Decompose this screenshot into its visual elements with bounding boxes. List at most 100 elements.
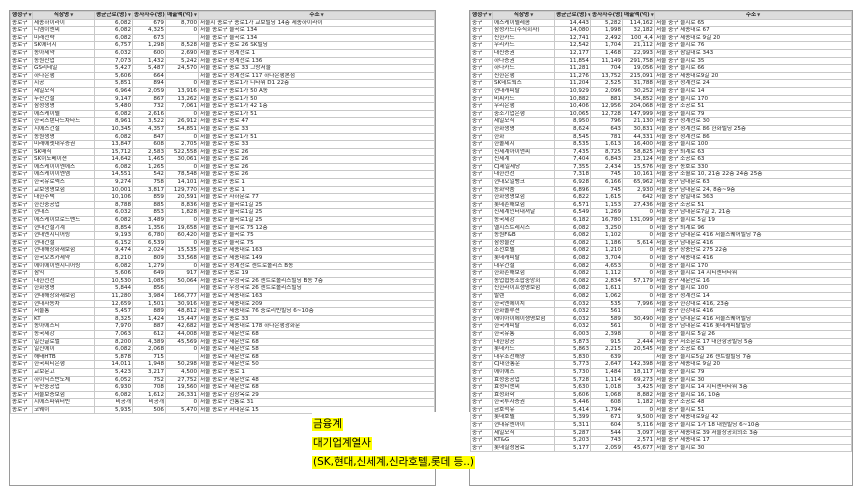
table-cell[interactable]: 8,961 [94, 117, 133, 126]
table-cell[interactable]: 종로구 [10, 48, 33, 58]
table-cell[interactable]: 서울 종로구 종로1가 50 [198, 94, 435, 104]
table-cell[interactable]: 5,878 [94, 352, 133, 362]
table-cell[interactable]: 종로구 [10, 162, 33, 172]
table-cell[interactable]: 2,525 [590, 79, 623, 88]
table-cell[interactable]: 6,082 [94, 18, 133, 28]
table-cell[interactable]: 166,777 [165, 291, 199, 301]
table-cell[interactable]: 서울 중구 을지로 65 [654, 18, 852, 28]
table-cell[interactable]: 4,389 [132, 337, 166, 347]
table-cell[interactable]: 서울 종로구 새문안로 68 [198, 329, 435, 339]
table-cell[interactable]: 한화 [492, 132, 555, 142]
table-cell[interactable]: 신세계아이앤씨 [492, 147, 555, 157]
table-cell[interactable]: 지에스건설 [32, 124, 95, 134]
filter-dropdown-icon[interactable]: ▼ [757, 12, 760, 17]
table-cell[interactable]: 0 [622, 246, 655, 255]
table-cell[interactable]: 교보문고 [32, 367, 95, 377]
table-cell[interactable]: 5,116 [622, 421, 655, 430]
table-cell[interactable]: 동국제강 [32, 329, 95, 339]
table-cell[interactable]: 현대건설기계 [32, 223, 95, 233]
table-cell[interactable]: 종로구 [10, 124, 33, 134]
table-cell[interactable]: 14,011 [94, 360, 133, 369]
table-cell[interactable]: 서울 종로구 종로 26 [198, 147, 435, 157]
table-cell[interactable]: 5,487 [132, 64, 166, 73]
table-cell[interactable]: 14,101 [165, 178, 199, 187]
table-cell[interactable]: 643 [590, 124, 623, 134]
table-cell[interactable]: 10,001 [94, 185, 133, 195]
table-cell[interactable]: 8,535 [554, 140, 591, 149]
table-cell[interactable]: 해태HTB [32, 352, 95, 362]
table-cell[interactable]: 5,427 [94, 64, 133, 73]
table-cell[interactable]: 19,560 [165, 383, 199, 392]
table-cell[interactable]: 5,203 [554, 436, 591, 445]
table-cell[interactable]: 지에스파워터빈 [32, 398, 95, 407]
table-cell[interactable]: 6,571 [554, 200, 591, 210]
table-cell[interactable]: 중구 [470, 337, 493, 347]
table-cell[interactable]: SK이노베이션 [32, 155, 95, 164]
table-cell[interactable]: 26,912 [165, 117, 199, 126]
table-cell[interactable]: 한국오츠카제약 [32, 254, 95, 263]
table-cell[interactable]: 서울 중구 을지로 14 시티센터타워 3층 [654, 383, 852, 392]
table-cell[interactable]: 중구 [470, 367, 493, 377]
table-cell[interactable]: 10,929 [554, 86, 591, 96]
table-cell[interactable]: 6,032 [554, 299, 591, 309]
table-cell[interactable]: 13,847 [94, 140, 133, 149]
table-cell[interactable]: 6,780 [132, 231, 166, 240]
table-cell[interactable]: 종로구 [10, 18, 33, 28]
table-cell[interactable]: 33,568 [165, 254, 199, 263]
table-cell[interactable]: 5,457 [94, 307, 133, 316]
table-cell[interactable]: 31,788 [622, 79, 655, 88]
table-cell[interactable]: 22,993 [622, 48, 655, 58]
table-cell[interactable] [165, 71, 199, 81]
table-cell[interactable] [622, 352, 655, 362]
table-cell[interactable]: 5,287 [554, 428, 591, 438]
table-cell[interactable]: 중구 [470, 383, 493, 392]
table-cell[interactable]: 6,082 [554, 246, 591, 255]
table-cell[interactable]: 6,082 [554, 231, 591, 240]
table-cell[interactable]: 915 [590, 337, 623, 347]
table-cell[interactable]: 한화생명보험 [492, 193, 555, 202]
table-cell[interactable]: 코웨이 [32, 405, 95, 415]
table-cell[interactable]: 3,522 [132, 117, 166, 126]
table-cell[interactable]: 5,242 [165, 56, 199, 66]
table-cell[interactable]: 1,269 [590, 208, 623, 218]
table-cell[interactable]: 서울 중구 삼일대로 363 [654, 193, 852, 202]
table-cell[interactable]: 삼익 [32, 269, 95, 278]
table-cell[interactable]: 서울 중구 청계천로 86 한화빌딩 25층 [654, 124, 852, 134]
table-cell[interactable]: 1,615 [590, 193, 623, 202]
table-cell[interactable] [165, 352, 199, 362]
table-cell[interactable]: 삼성물산 [492, 238, 555, 248]
table-cell[interactable]: 서울 종로구 율곡로 75 [198, 238, 435, 248]
table-cell[interactable]: 20,545 [622, 345, 655, 354]
table-cell[interactable]: 6,082 [94, 162, 133, 172]
table-cell[interactable]: 종로구 [10, 291, 33, 301]
table-cell[interactable]: 종로구 [10, 299, 33, 309]
table-cell[interactable]: 2,059 [590, 443, 623, 453]
table-cell[interactable]: 종로구 [10, 345, 33, 354]
table-cell[interactable]: 중구 [470, 223, 493, 233]
table-cell[interactable]: 종로구 [10, 254, 33, 263]
table-cell[interactable]: 서울 종로구 자하문로 77 [198, 193, 435, 202]
table-cell[interactable]: 19,658 [165, 223, 199, 233]
table-cell[interactable]: 7,970 [94, 322, 133, 331]
table-cell[interactable]: 69,273 [622, 375, 655, 385]
table-cell[interactable]: 비공개 [94, 398, 133, 407]
table-cell[interactable]: 6,032 [94, 208, 133, 218]
table-cell[interactable]: 5,480 [94, 102, 133, 111]
table-cell[interactable]: 종로구 [10, 33, 33, 43]
table-cell[interactable]: 5,399 [554, 413, 591, 423]
table-cell[interactable]: 중구 [470, 261, 493, 271]
table-cell[interactable]: 서울 중구 을지로 1가 18 대원빌딩 6~10층 [654, 421, 852, 430]
table-cell[interactable]: 1,465 [132, 155, 166, 164]
table-cell[interactable]: 21,112 [622, 41, 655, 50]
table-cell[interactable]: 0 [622, 231, 655, 240]
table-cell[interactable]: 664 [132, 71, 166, 81]
table-cell[interactable]: 두산건설 [32, 94, 95, 104]
table-cell[interactable]: 9,193 [94, 231, 133, 240]
table-cell[interactable]: 5,177 [554, 443, 591, 453]
table-cell[interactable]: 6,082 [94, 216, 133, 225]
table-cell[interactable]: 서울 중구 소월로 10, 21층 22층 24층 25층 [654, 170, 852, 180]
table-cell[interactable]: 중구 [470, 284, 493, 293]
table-cell[interactable]: 10,065 [554, 109, 591, 119]
table-cell[interactable]: 중구 [470, 413, 493, 423]
table-cell[interactable]: 중구 [470, 124, 493, 134]
